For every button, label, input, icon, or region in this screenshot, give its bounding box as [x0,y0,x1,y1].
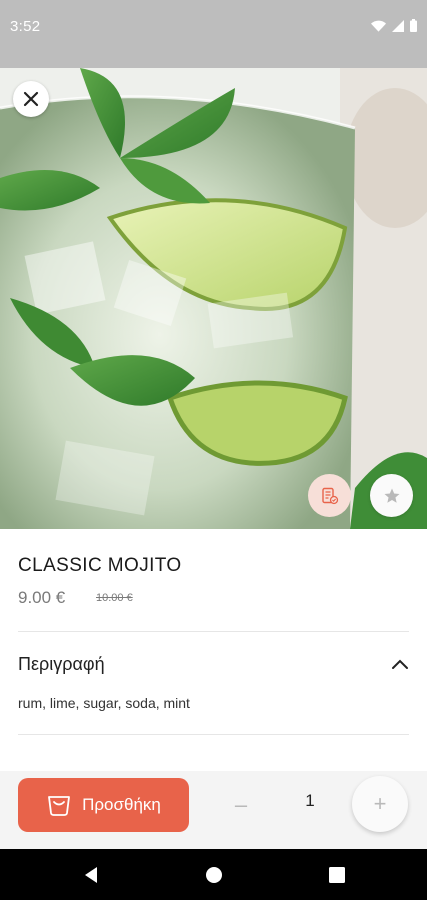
product-old-price: 10.00 € [96,592,133,604]
quantity-value: 1 [305,791,315,810]
home-icon [206,867,222,883]
favorite-button[interactable] [370,474,413,517]
close-button[interactable] [13,81,49,117]
add-to-cart-button[interactable]: Προσθήκη [18,778,189,832]
recents-button[interactable] [326,864,348,886]
product-photo [0,68,427,529]
status-bar: 3:52 [0,0,427,68]
product-name: CLASSIC MOJITO [18,555,182,576]
description-toggle[interactable]: Περιγραφή [18,646,409,682]
cart-bar: Προσθήκη – 1 + [0,771,427,849]
product-price: 9.00 € [18,588,66,607]
ingredients-list-icon [321,487,338,504]
quantity-decrease-button[interactable]: – [222,785,260,825]
mojito-glass-photo [0,68,427,529]
star-icon [384,488,399,503]
ingredients-button[interactable] [308,474,351,517]
back-button[interactable] [80,864,102,886]
status-time: 3:52 [10,18,41,35]
chevron-up-icon [392,659,408,669]
back-icon [85,867,97,883]
home-button[interactable] [203,864,225,886]
description-text: rum, lime, sugar, soda, mint [18,695,190,711]
system-nav-bar [0,849,427,900]
close-icon [23,91,39,107]
add-to-cart-label: Προσθήκη [82,795,161,814]
battery-icon [410,19,417,32]
signal-icon [392,19,404,32]
quantity-increase-button[interactable]: + [352,776,408,832]
description-title: Περιγραφή [18,653,105,674]
divider [18,631,409,632]
wifi-icon [371,20,386,32]
status-icons [371,19,417,32]
basket-icon [48,796,71,816]
divider [18,734,409,735]
recents-icon [329,867,345,883]
